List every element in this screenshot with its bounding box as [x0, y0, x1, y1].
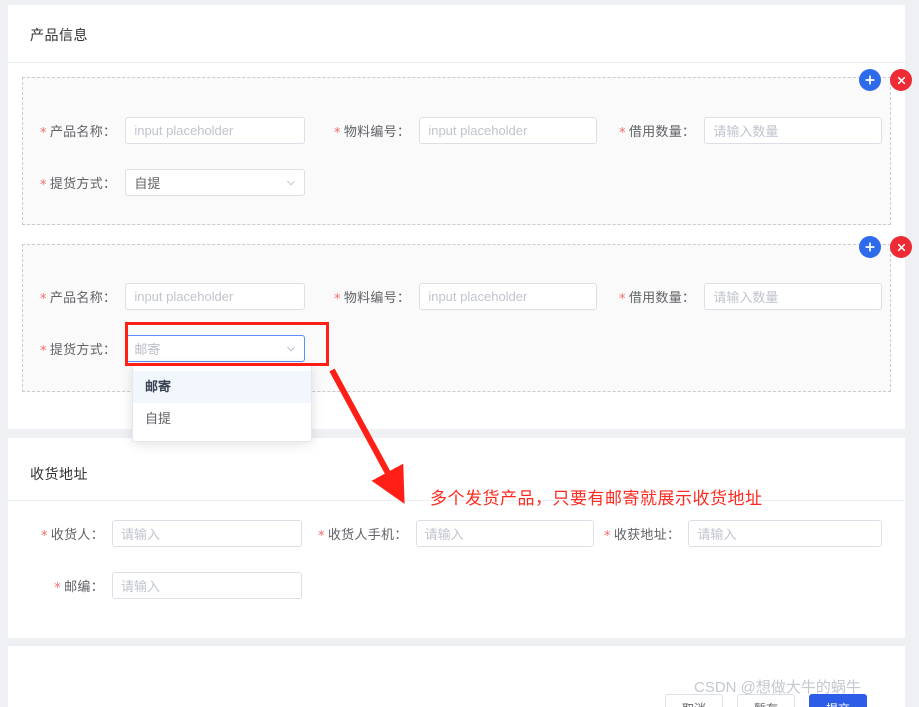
product-name-label-2: * 产品名称： [40, 290, 117, 307]
consignee-phone-label: * 收货人手机： [318, 527, 408, 544]
watermark: CSDN @想做大牛的蜗牛 [694, 679, 861, 696]
material-code-field-2: * 物料编号： input placeholder [334, 283, 598, 310]
product-name-placeholder-1: input placeholder [134, 123, 234, 138]
page-root: 产品信息 * 产品名称： input placeholder * 物料编号： inp… [0, 0, 919, 707]
card-divider [8, 62, 905, 63]
consignee-phone-field: * 收货人手机： 请输入 [318, 520, 594, 547]
delivery-method-field-2: * 提货方式： 邮寄 [40, 335, 306, 362]
required-star-icon: * [619, 292, 626, 307]
chevron-down-icon [286, 344, 296, 354]
required-star-icon: * [40, 529, 48, 544]
address-card-title: 收货地址 [30, 466, 88, 482]
add-product-button-2[interactable] [859, 236, 881, 258]
material-code-label-1: * 物料编号： [334, 124, 411, 141]
required-star-icon: * [40, 344, 47, 359]
product-name-label-1: * 产品名称： [40, 124, 117, 141]
annotation-text: 多个发货产品，只要有邮寄就展示收货地址 [430, 489, 763, 508]
card-divider [8, 645, 905, 646]
delivery-method-select-1[interactable]: 自提 [125, 169, 306, 196]
credit-quantity-input-2[interactable]: 请输入数量 [704, 283, 883, 310]
consignee-phone-placeholder: 请输入 [424, 527, 464, 542]
material-code-placeholder-1: input placeholder [428, 123, 528, 138]
address-card: 收货地址 * 收货人： 请输入 * 收货人手机： 请输入 * 收获地址： 请输入 * 邮… [8, 438, 905, 638]
product-name-input-2[interactable]: input placeholder [125, 283, 306, 310]
product-name-placeholder-2: input placeholder [134, 289, 234, 304]
chevron-down-icon [286, 178, 296, 188]
consignee-label: * 收货人： [40, 527, 104, 544]
delivery-method-field-1: * 提货方式： 自提 [40, 169, 306, 196]
consignee-phone-input[interactable]: 请输入 [415, 520, 594, 547]
plus-icon [864, 74, 876, 86]
credit-quantity-label-1: * 借用数量： [619, 124, 696, 141]
receiving-address-placeholder: 请输入 [697, 527, 737, 542]
required-star-icon: * [318, 529, 325, 544]
required-star-icon: * [334, 292, 341, 307]
credit-quantity-label-2: * 借用数量： [619, 290, 696, 307]
postcode-label: * 邮编： [54, 579, 104, 596]
required-star-icon: * [40, 292, 47, 307]
delivery-method-label-1: * 提货方式： [40, 176, 117, 193]
required-star-icon: * [40, 178, 47, 193]
dropdown-option-self-pickup[interactable]: 自提 [133, 403, 311, 435]
product-info-title: 产品信息 [30, 27, 88, 43]
required-star-icon: * [54, 581, 62, 596]
required-star-icon: * [619, 126, 626, 141]
close-icon [896, 75, 907, 86]
consignee-field: * 收货人： 请输入 [32, 520, 302, 547]
delivery-method-dropdown-panel[interactable]: 邮寄 自提 [132, 364, 312, 442]
receiving-address-input[interactable]: 请输入 [688, 520, 883, 547]
material-code-input-1[interactable]: input placeholder [419, 117, 598, 144]
credit-quantity-input-1[interactable]: 请输入数量 [704, 117, 883, 144]
add-product-button-1[interactable] [859, 69, 881, 91]
delivery-method-value-2: 邮寄 [134, 342, 161, 357]
product-name-field-1: * 产品名称： input placeholder [40, 117, 306, 144]
credit-quantity-placeholder-1: 请输入数量 [713, 124, 779, 139]
remove-product-button-2[interactable] [890, 236, 912, 258]
receiving-address-field: * 收获地址： 请输入 [604, 520, 883, 547]
close-icon [896, 242, 907, 253]
product-name-field-2: * 产品名称： input placeholder [40, 283, 306, 310]
required-star-icon: * [334, 126, 341, 141]
material-code-field-1: * 物料编号： input placeholder [334, 117, 598, 144]
postcode-field: * 邮编： 请输入 [32, 572, 302, 599]
required-star-icon: * [40, 126, 47, 141]
credit-quantity-placeholder-2: 请输入数量 [713, 290, 779, 305]
dropdown-option-mail[interactable]: 邮寄 [133, 371, 311, 403]
delivery-method-select-2[interactable]: 邮寄 [125, 335, 306, 362]
required-star-icon: * [604, 529, 611, 544]
consignee-placeholder: 请输入 [121, 527, 161, 542]
credit-quantity-field-2: * 借用数量： 请输入数量 [619, 283, 883, 310]
product-name-input-1[interactable]: input placeholder [125, 117, 306, 144]
product-block-1 [22, 77, 891, 225]
plus-icon [864, 241, 876, 253]
consignee-input[interactable]: 请输入 [112, 520, 302, 547]
delivery-method-label-2: * 提货方式： [40, 342, 117, 359]
receiving-address-label: * 收获地址： [604, 527, 681, 544]
material-code-label-2: * 物料编号： [334, 290, 411, 307]
material-code-input-2[interactable]: input placeholder [419, 283, 598, 310]
delivery-method-value-1: 自提 [134, 176, 161, 191]
postcode-input[interactable]: 请输入 [112, 572, 302, 599]
remove-product-button-1[interactable] [890, 69, 912, 91]
material-code-placeholder-2: input placeholder [428, 289, 528, 304]
postcode-placeholder: 请输入 [121, 579, 161, 594]
credit-quantity-field-1: * 借用数量： 请输入数量 [619, 117, 883, 144]
